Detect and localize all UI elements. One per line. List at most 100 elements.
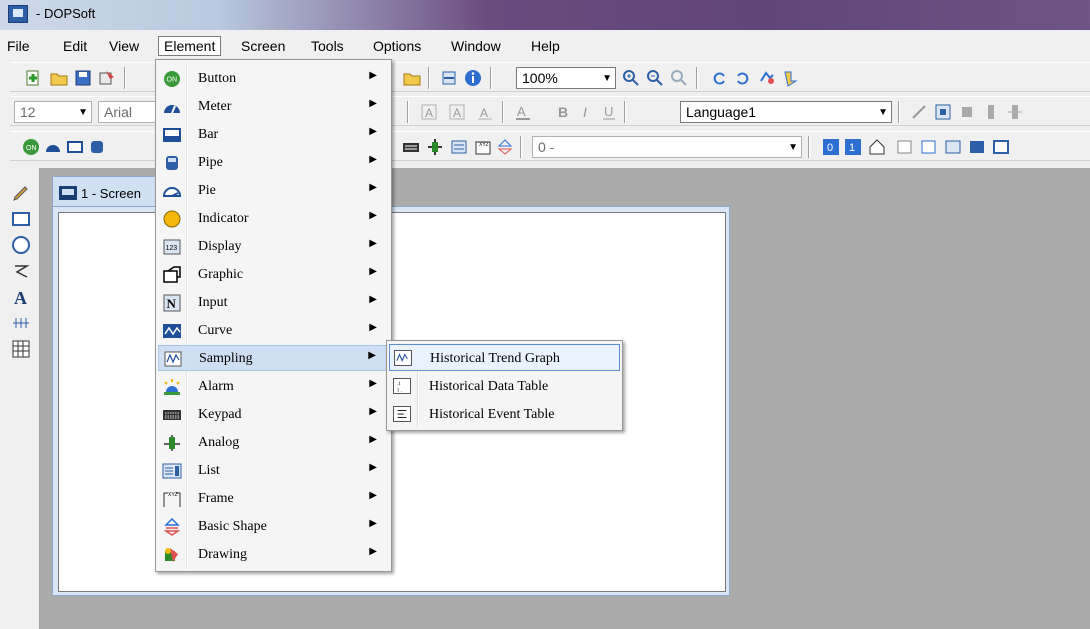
align-center-icon[interactable] (934, 103, 952, 121)
menu-item-curve[interactable]: Curve ▶ (158, 318, 389, 344)
download-icon[interactable] (782, 69, 800, 87)
menu-edit[interactable]: Edit (58, 36, 92, 56)
submenu-item-historical-data-table[interactable]: .1 1 . Historical Data Table (389, 373, 620, 400)
next-screen-icon[interactable] (920, 138, 938, 156)
menu-item-sampling[interactable]: Sampling ▶ (158, 345, 389, 371)
compile-icon[interactable] (758, 69, 776, 87)
menu-element[interactable]: Element (158, 36, 222, 56)
zoom-in-icon[interactable] (622, 69, 640, 87)
menu-item-list[interactable]: List ▶ (158, 458, 389, 484)
menu-item-analog[interactable]: Analog ▶ (158, 430, 389, 456)
menu-item-pie[interactable]: Pie ▶ (158, 178, 389, 204)
menu-item-pipe[interactable]: Pipe ▶ (158, 150, 389, 176)
zoom-out-icon[interactable] (646, 69, 664, 87)
menu-item-graphic[interactable]: Graphic ▶ (158, 262, 389, 288)
info-icon[interactable] (464, 69, 482, 87)
text-align-left-icon[interactable]: A (420, 103, 438, 121)
language-select[interactable]: Language1 ▼ (680, 101, 892, 123)
app-icon[interactable] (8, 5, 28, 23)
menu-item-keypad[interactable]: Keypad ▶ (158, 402, 389, 428)
trend-graph-icon (394, 350, 412, 366)
print-icon[interactable] (440, 69, 458, 87)
text-align-center-icon[interactable]: A (448, 103, 466, 121)
button-element-icon[interactable]: ON (22, 138, 40, 156)
font-color-icon[interactable]: A (514, 103, 532, 121)
menu-item-drawing[interactable]: Drawing ▶ (158, 542, 389, 568)
redo-icon[interactable] (734, 69, 752, 87)
rectangle-icon[interactable] (10, 208, 32, 230)
graphic-icon (163, 266, 181, 283)
underline-icon[interactable]: U (600, 103, 618, 121)
window-title: - DOPSoft (36, 6, 96, 21)
save-icon[interactable] (74, 69, 92, 87)
bit-1-icon[interactable]: 1 (844, 138, 862, 156)
text-tool-icon[interactable]: A (10, 286, 32, 308)
italic-icon[interactable]: I (578, 103, 596, 121)
submenu-item-historical-event-table[interactable]: Historical Event Table (389, 401, 620, 428)
open-folder-icon[interactable] (50, 69, 68, 87)
window-screen-icon[interactable] (968, 138, 986, 156)
save-as-icon[interactable] (98, 69, 116, 87)
table-tool-icon[interactable] (10, 338, 32, 360)
menu-item-alarm[interactable]: Alarm ▶ (158, 374, 389, 400)
font-name-select[interactable]: Arial (98, 101, 158, 123)
scale-tool-icon[interactable] (10, 312, 32, 334)
drawing-icon (165, 548, 178, 562)
font-size-select[interactable]: 12 ▼ (14, 101, 92, 123)
menu-item-display[interactable]: 123 Display ▶ (158, 234, 389, 260)
pencil-icon[interactable] (10, 182, 32, 204)
keypad-screen-icon[interactable] (944, 138, 962, 156)
undo-icon[interactable] (710, 69, 728, 87)
align-tool-icon[interactable] (958, 103, 976, 121)
keypad-icon (163, 410, 181, 420)
menu-item-bar[interactable]: Bar ▶ (158, 122, 389, 148)
menu-item-button[interactable]: ON Button ▶ (158, 66, 389, 92)
circle-icon[interactable] (10, 234, 32, 256)
menu-item-input[interactable]: N Input ▶ (158, 290, 389, 316)
line-tool-icon[interactable] (910, 103, 928, 121)
frame-element-icon[interactable]: XYZ (474, 138, 492, 156)
shape-element-icon[interactable] (496, 138, 514, 156)
list-element-icon[interactable] (450, 138, 468, 156)
bold-icon[interactable]: B (554, 103, 572, 121)
distribute-v-icon[interactable] (1006, 103, 1024, 121)
popup-screen-icon[interactable] (992, 138, 1010, 156)
menu-file[interactable]: File (2, 36, 35, 56)
menu-options[interactable]: Options (368, 36, 426, 56)
menu-screen[interactable]: Screen (236, 36, 290, 56)
element-menu: ON Button ▶ Meter ▶ Bar ▶ Pipe ▶ Pie ▶ Indica… (155, 59, 392, 572)
pipe-icon (166, 156, 178, 170)
import-icon[interactable] (403, 69, 421, 87)
value-select[interactable]: 0 - ▼ (532, 136, 802, 158)
zoom-select[interactable]: 100% ▼ (516, 67, 616, 89)
menu-item-basic-shape[interactable]: Basic Shape ▶ (158, 514, 389, 540)
menu-item-meter[interactable]: Meter ▶ (158, 94, 389, 120)
menu-help[interactable]: Help (526, 36, 565, 56)
text-align-right-icon[interactable]: A (476, 103, 494, 121)
menu-view[interactable]: View (104, 36, 144, 56)
screen-tab[interactable]: 1 - Screen (52, 176, 172, 210)
zoom-fit-icon[interactable] (670, 69, 688, 87)
bar-element-icon[interactable] (66, 138, 84, 156)
svg-text:U: U (604, 104, 613, 119)
meter-icon (164, 105, 180, 114)
submenu-item-historical-trend-graph[interactable]: Historical Trend Graph (389, 344, 620, 371)
keypad-element-icon[interactable] (402, 138, 420, 156)
polyline-icon[interactable] (10, 260, 32, 282)
home-screen-icon[interactable] (868, 138, 886, 156)
input-n-icon: N (163, 294, 181, 312)
svg-text:A: A (14, 288, 27, 308)
menu-item-frame[interactable]: XYZ Frame ▶ (158, 486, 389, 512)
menu-tools[interactable]: Tools (306, 36, 349, 56)
event-table-icon (393, 406, 411, 422)
menu-item-indicator[interactable]: Indicator ▶ (158, 206, 389, 232)
svg-text:A: A (517, 104, 526, 119)
menu-window[interactable]: Window (446, 36, 506, 56)
prev-screen-icon[interactable] (896, 138, 914, 156)
meter-element-icon[interactable] (44, 138, 62, 156)
new-file-icon[interactable] (24, 69, 42, 87)
analog-element-icon[interactable] (426, 138, 444, 156)
bit-0-icon[interactable]: 0 (822, 138, 840, 156)
distribute-icon[interactable] (982, 103, 1000, 121)
pipe-element-icon[interactable] (88, 138, 106, 156)
